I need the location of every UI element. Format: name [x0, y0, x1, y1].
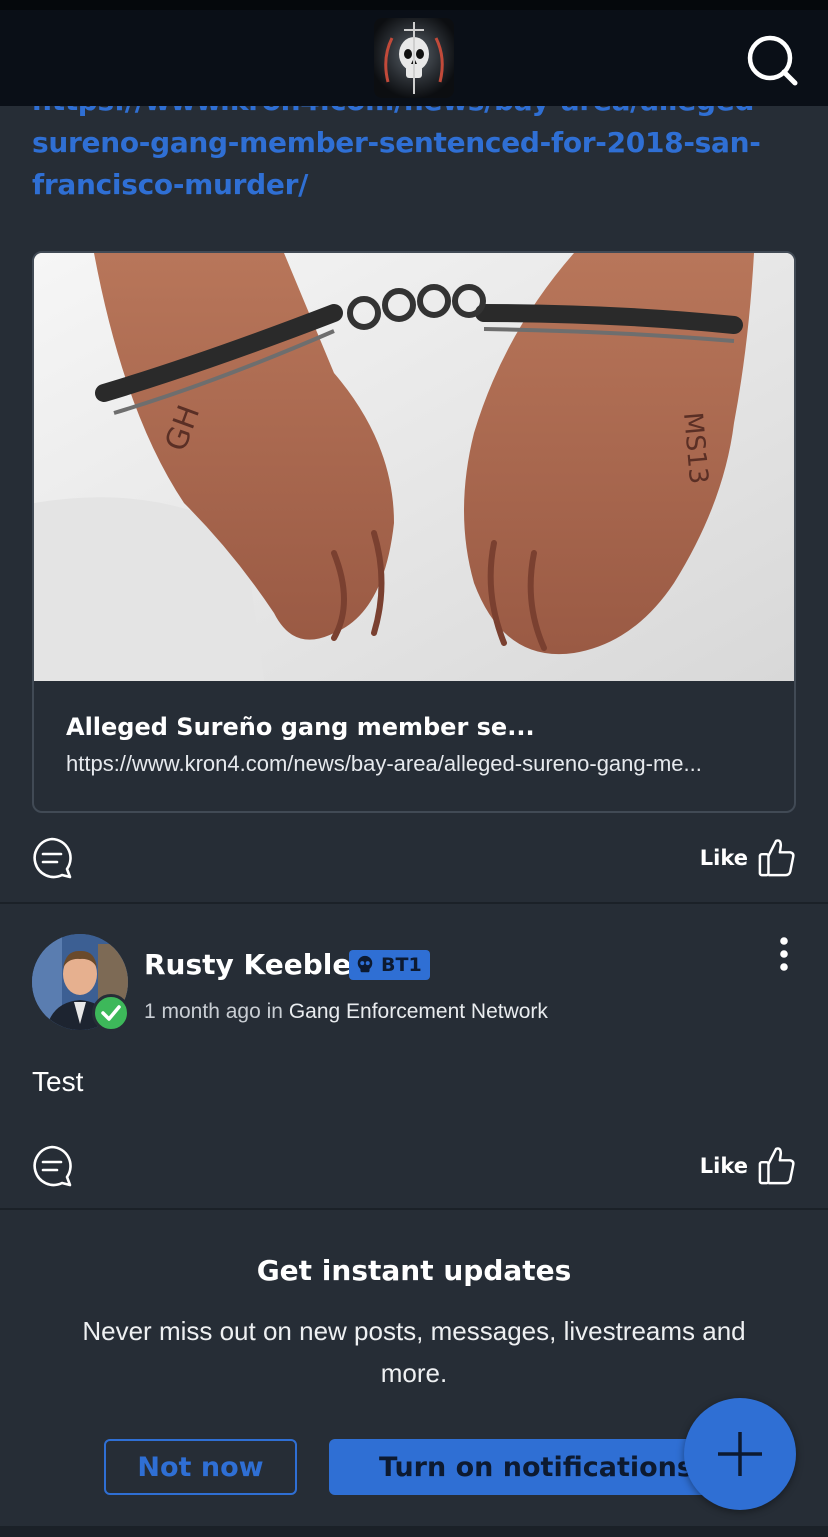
- link-preview-card[interactable]: MS13 GH Alleged Sureño gang member se...…: [32, 251, 796, 813]
- shared-link[interactable]: https://www.kron4.com/news/bay-area/alle…: [32, 106, 792, 206]
- skull-badge-icon: [357, 955, 373, 973]
- thumbs-up-icon: [758, 1147, 795, 1185]
- like-button[interactable]: Like: [700, 1142, 796, 1190]
- top-bar: [0, 10, 828, 106]
- app-logo[interactable]: [374, 18, 454, 98]
- more-options-button[interactable]: [772, 934, 796, 974]
- post-meta: 1 month ago in Gang Enforcement Network: [144, 1000, 548, 1024]
- like-button[interactable]: Like: [700, 834, 796, 882]
- like-label: Like: [699, 846, 748, 870]
- group-link[interactable]: Gang Enforcement Network: [289, 1000, 548, 1023]
- link-preview-url[interactable]: https://www.kron4.com/news/bay-area/alle…: [66, 751, 702, 777]
- like-label: Like: [699, 1154, 748, 1178]
- turn-on-notifications-button[interactable]: Turn on notifications: [329, 1439, 724, 1495]
- notification-text: Never miss out on new posts, messages, l…: [82, 1316, 746, 1388]
- search-button[interactable]: [744, 32, 800, 88]
- notification-title: Get instant updates: [256, 1254, 572, 1287]
- author-name[interactable]: Rusty Keeble: [144, 948, 351, 981]
- skull-logo-icon: [384, 22, 444, 94]
- create-post-button[interactable]: [684, 1398, 796, 1510]
- checkmark-icon: [101, 1005, 121, 1021]
- comment-button[interactable]: [30, 1144, 74, 1188]
- shared-link-clip: https://www.kron4.com/news/bay-area/alle…: [0, 106, 828, 216]
- comment-icon: [33, 1145, 72, 1187]
- search-icon: [747, 35, 798, 86]
- status-bar: [0, 0, 828, 10]
- post-body: Test: [32, 1066, 84, 1097]
- not-now-button[interactable]: Not now: [104, 1439, 297, 1495]
- feed: https://www.kron4.com/news/bay-area/alle…: [0, 106, 828, 1537]
- link-preview-title[interactable]: Alleged Sureño gang member se...: [66, 713, 535, 741]
- thumbs-up-icon: [758, 839, 795, 877]
- plus-icon: [718, 1432, 762, 1476]
- vertical-dots-icon: [780, 937, 788, 971]
- post-actions: Like: [0, 1136, 828, 1196]
- comment-button[interactable]: [30, 836, 74, 880]
- comment-icon: [33, 837, 72, 879]
- bottom-bar: [0, 1526, 828, 1537]
- feed-post: Rusty Keeble BT1 1 month ago in Gang Enf…: [0, 904, 828, 1210]
- post-actions: Like: [0, 828, 828, 888]
- badge-label: BT1: [381, 954, 422, 976]
- svg-text:MS13: MS13: [677, 411, 713, 485]
- verified-badge: [92, 994, 130, 1032]
- post-time[interactable]: 1 month ago: [144, 1000, 261, 1023]
- post-in: in: [266, 1000, 283, 1023]
- member-badge[interactable]: BT1: [349, 950, 430, 980]
- link-preview-image: MS13 GH: [34, 253, 794, 681]
